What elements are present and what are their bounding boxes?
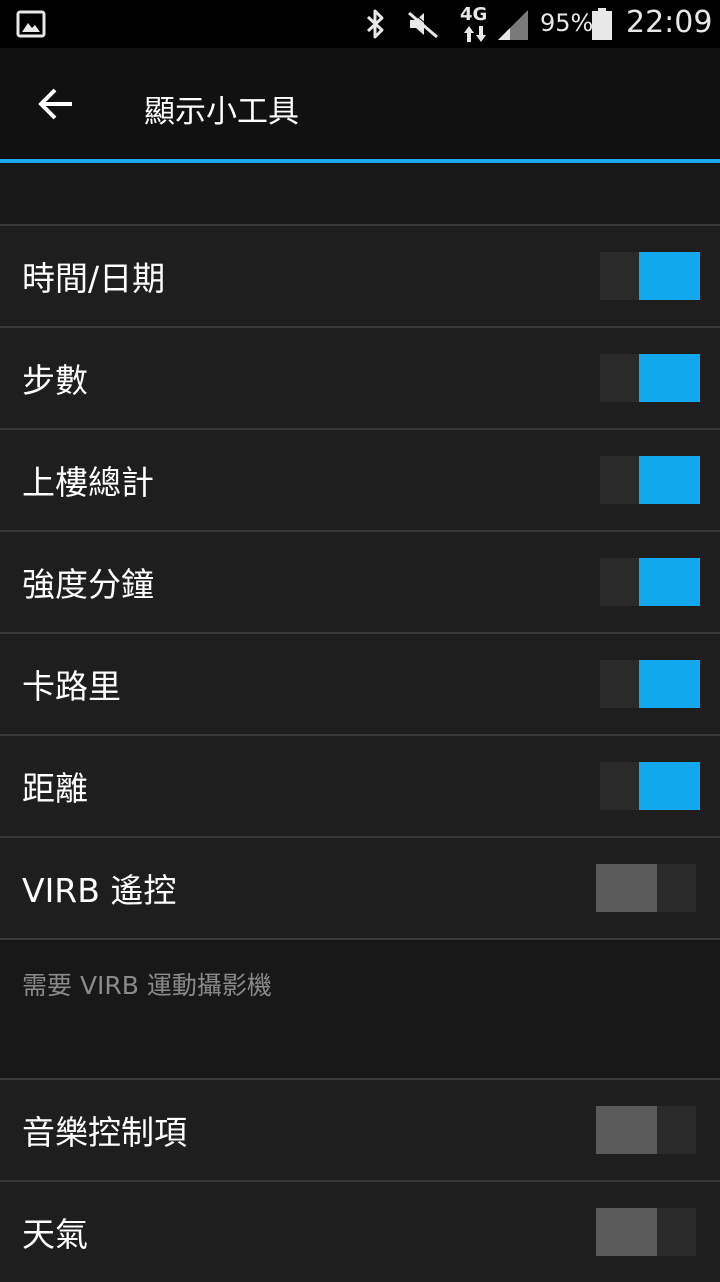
toggle-switch-floors[interactable] [600,456,700,504]
widget-row-music-controls[interactable]: 音樂控制項 [0,1078,720,1180]
toggle-switch-intensity-minutes[interactable] [600,558,700,606]
network-type-label: 4G [460,4,488,25]
widget-row-distance[interactable]: 距離 [0,734,720,836]
mute-icon [408,10,440,39]
widget-label: 卡路里 [22,667,121,706]
back-button[interactable] [28,76,84,132]
battery-percent: 95% [540,9,594,37]
battery-icon [592,8,612,40]
toggle-switch-distance[interactable] [600,762,700,810]
network-4g-icon: 4G [458,4,492,44]
widget-label: 距離 [22,769,88,808]
widget-row-floors[interactable]: 上樓總計 [0,428,720,530]
widget-row-time-date[interactable]: 時間/日期 [0,224,720,326]
widget-row-calories[interactable]: 卡路里 [0,632,720,734]
widget-list: 時間/日期 步數 上樓總計 強度分鐘 卡路里 距離 VIRB 遙控 需要 VIR… [0,224,720,1080]
widget-label: 強度分鐘 [22,565,154,604]
status-bar: 4G 95% 22:09 [0,0,720,48]
widget-label: 天氣 [22,1215,88,1254]
widget-label: 上樓總計 [22,463,154,502]
widget-label: 時間/日期 [22,259,166,298]
toggle-switch-weather[interactable] [596,1208,696,1256]
widget-label: VIRB 遙控 [22,871,177,910]
widget-label: 音樂控制項 [22,1113,187,1152]
gallery-icon [16,10,46,38]
toggle-switch-steps[interactable] [600,354,700,402]
widget-row-steps[interactable]: 步數 [0,326,720,428]
app-bar: 顯示小工具 [0,48,720,160]
page-title: 顯示小工具 [144,94,299,130]
signal-icon [498,10,528,40]
widget-row-virb-remote[interactable]: VIRB 遙控 [0,836,720,938]
virb-requirement-note: 需要 VIRB 運動攝影機 [22,971,272,1000]
arrow-left-icon [38,88,72,120]
toggle-switch-time-date[interactable] [600,252,700,300]
toggle-switch-virb-remote[interactable] [596,864,696,912]
clock: 22:09 [626,5,713,40]
toggle-switch-calories[interactable] [600,660,700,708]
widget-row-intensity-minutes[interactable]: 強度分鐘 [0,530,720,632]
widget-list-more: 音樂控制項 天氣 [0,1078,720,1282]
toggle-switch-music-controls[interactable] [596,1106,696,1154]
widget-row-weather[interactable]: 天氣 [0,1180,720,1282]
section-spacer [0,163,720,225]
widget-label: 步數 [22,361,88,400]
bluetooth-icon [366,9,384,39]
virb-note-section: 需要 VIRB 運動攝影機 [0,938,720,1080]
